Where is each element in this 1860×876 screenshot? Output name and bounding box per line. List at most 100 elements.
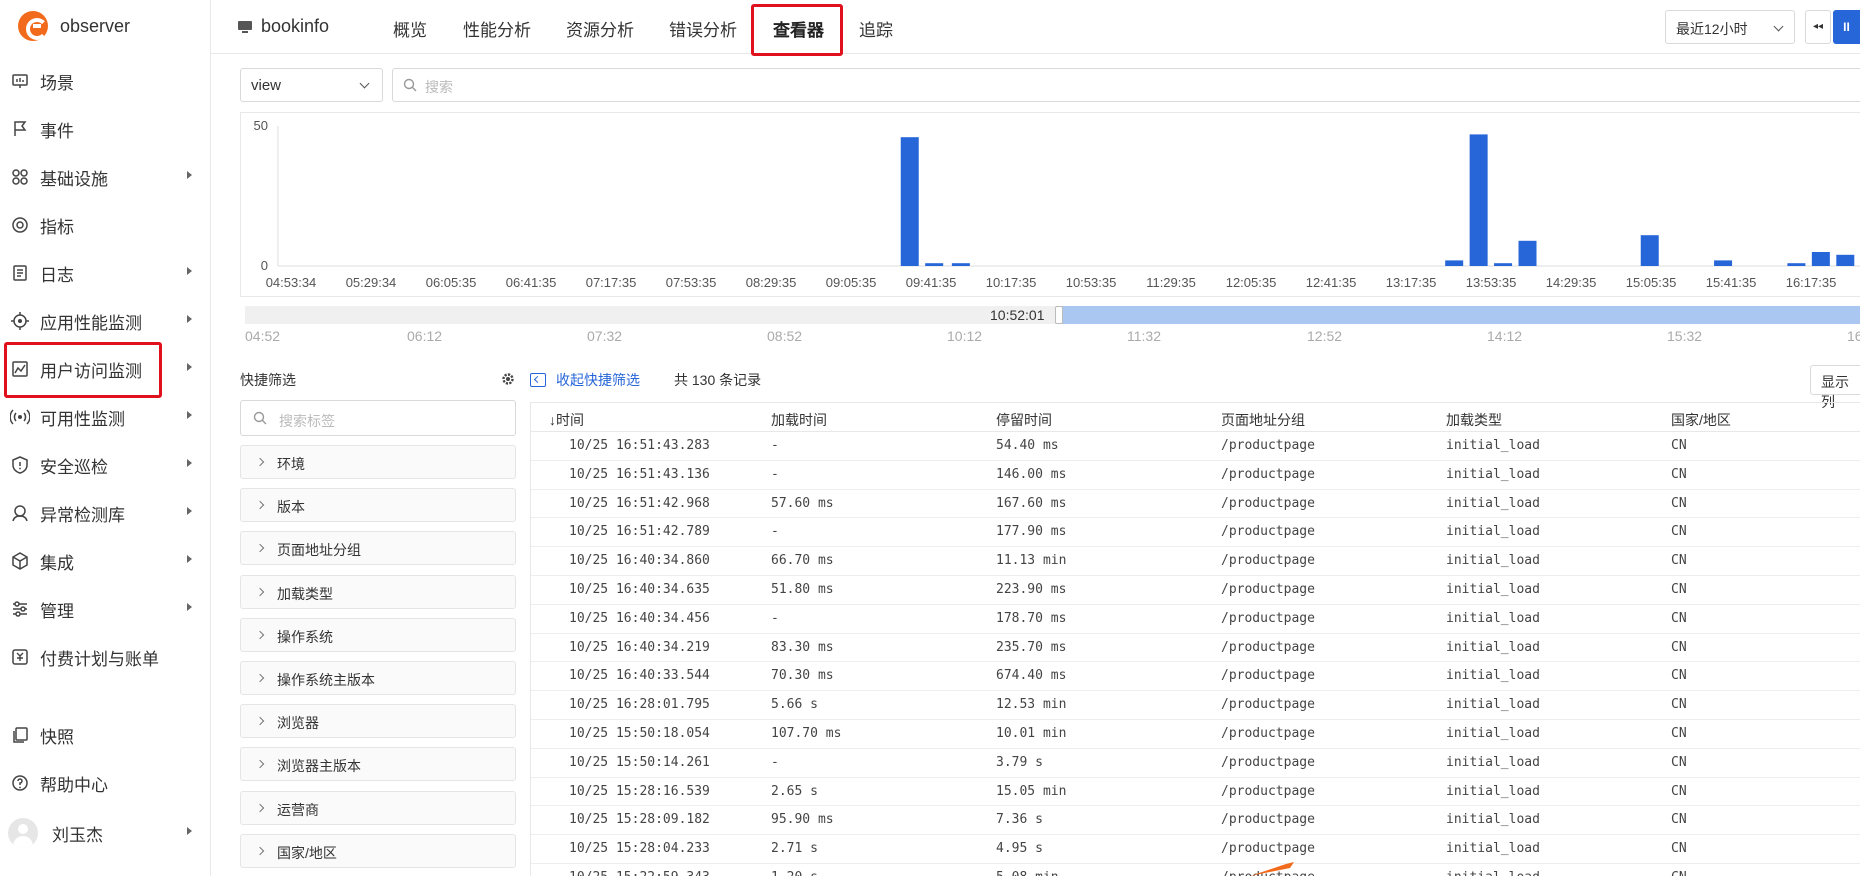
cell-load-type: initial_load	[1446, 495, 1540, 511]
table-row[interactable]: 10/25 15:28:04.233 2.71 s 4.95 s/productpa…	[531, 835, 1860, 864]
column-header-country[interactable]: 国家/地区	[1671, 410, 1731, 430]
timeline-tick-label: 15:32	[1667, 328, 1703, 344]
histogram-bar	[1445, 260, 1464, 266]
tab-errors[interactable]: 错误分析	[669, 16, 737, 41]
apm-icon	[10, 311, 30, 331]
sidebar-item-settings[interactable]: 管理	[0, 588, 210, 630]
sidebar-item-integration[interactable]: 集成	[0, 540, 210, 582]
source-select[interactable]: view	[240, 68, 383, 102]
x-tick-label: 09:05:35	[826, 275, 877, 290]
x-tick-label: 07:53:35	[666, 275, 717, 290]
facet-item[interactable]: 加载类型	[240, 574, 516, 609]
sidebar-item-billing[interactable]: 付费计划与账单	[0, 636, 210, 678]
tag-search-input[interactable]: 搜索标签	[240, 400, 516, 436]
facet-item[interactable]: 浏览器	[240, 704, 516, 739]
sidebar-item-apm[interactable]: 应用性能监测	[0, 300, 210, 342]
facet-item[interactable]: 操作系统主版本	[240, 661, 516, 695]
timeline-selection[interactable]	[1058, 306, 1860, 324]
table-row[interactable]: 10/25 15:50:18.054 107.70 ms 10.01 min/pro…	[531, 720, 1860, 749]
time-range-select[interactable]: 最近12小时	[1665, 10, 1795, 44]
cell-time: 10/25 15:50:18.054	[569, 725, 710, 741]
gear-icon[interactable]	[501, 372, 515, 386]
table-row[interactable]: 10/25 15:28:16.539 2.65 s 15.05 min/produc…	[531, 778, 1860, 807]
observer-logo-icon	[18, 11, 48, 41]
user-menu[interactable]: 刘玉杰	[0, 812, 210, 854]
facet-item[interactable]: 版本	[240, 488, 516, 523]
pause-button[interactable]: II	[1833, 10, 1860, 44]
column-header-time[interactable]: ↓时间	[549, 410, 584, 430]
column-header-url-group[interactable]: 页面地址分组	[1221, 410, 1305, 430]
facet-item[interactable]: 环境	[240, 445, 516, 479]
table-row[interactable]: 10/25 16:40:34.219 83.30 ms 235.70 ms/prod…	[531, 634, 1860, 663]
collapse-quick-filter-link[interactable]: 收起快捷筛选	[530, 370, 640, 390]
timeline-tick-label: 06:12	[407, 328, 443, 344]
sidebar-item-label: 管理	[40, 601, 74, 621]
table-row[interactable]: 10/25 16:40:34.860 66.70 ms 11.13 min/prod…	[531, 547, 1860, 576]
cell-stay-time: 7.36 s	[996, 812, 1043, 828]
facet-item[interactable]: 运营商	[240, 790, 516, 825]
table-row[interactable]: 10/25 16:40:34.456 - 178.70 ms/productpage…	[531, 605, 1860, 634]
table-row[interactable]: 10/25 16:51:42.968 57.60 ms 167.60 ms/prod…	[531, 490, 1860, 519]
x-tick-label: 04:53:34	[266, 275, 317, 290]
tab-tracing[interactable]: 追踪	[859, 16, 893, 41]
chevron-right-icon	[255, 500, 265, 510]
table-row[interactable]: 10/25 15:22:59.3431.20 s5.08 min/product…	[531, 864, 1860, 876]
sidebar-item-label: 场景	[40, 73, 74, 93]
column-header-stay-time[interactable]: 停留时间	[996, 410, 1052, 430]
sidebar-item-anomaly[interactable]: 异常检测库	[0, 492, 210, 534]
table-row[interactable]: 10/25 16:40:33.544 70.30 ms 674.40 ms/prod…	[531, 662, 1860, 692]
cell-stay-time: 3.79 s	[996, 754, 1043, 770]
table-row[interactable]: 10/25 16:51:43.136 - 146.00 ms/productpage…	[531, 461, 1860, 490]
sidebar-item-metrics[interactable]: 指标	[0, 204, 210, 246]
cell-country: CN	[1671, 668, 1687, 684]
chevron-right-icon	[187, 315, 192, 323]
cell-load-type: initial_load	[1446, 581, 1540, 597]
table-row[interactable]: 10/25 16:40:34.635 51.80 ms 223.90 ms/prod…	[531, 576, 1860, 605]
brand[interactable]: observer	[18, 10, 130, 42]
column-header-load-type[interactable]: 加载类型	[1446, 410, 1502, 430]
facet-label: 操作系统	[277, 628, 333, 645]
sidebar-item-security[interactable]: 安全巡检	[0, 444, 210, 486]
tab-resources[interactable]: 资源分析	[566, 16, 634, 41]
search-placeholder: 搜索	[425, 79, 453, 95]
help-icon	[10, 773, 30, 793]
sidebar-item-infrastructure[interactable]: 基础设施	[0, 156, 210, 198]
table-row[interactable]: 10/25 15:28:09.182 95.90 ms 7.36 s/product…	[531, 806, 1860, 836]
app-selector[interactable]: bookinfo	[237, 16, 329, 37]
sidebar-item-help[interactable]: 帮助中心	[0, 762, 210, 804]
rewind-button[interactable]: ◂◂	[1805, 10, 1831, 44]
sidebar-item-flag[interactable]: 事件	[0, 108, 210, 150]
sidebar-item-scene[interactable]: 场景	[0, 60, 210, 102]
cell-load-time: -	[771, 754, 779, 770]
sidebar-item-label: 可用性监测	[40, 409, 125, 429]
cell-load-type: initial_load	[1446, 754, 1540, 770]
table-row[interactable]: 10/25 16:28:01.795 5.66 s 12.53 min/produc…	[531, 691, 1860, 720]
sidebar-item-log[interactable]: 日志	[0, 252, 210, 294]
search-input[interactable]: 搜索	[392, 68, 1860, 102]
facet-item[interactable]: 操作系统	[240, 617, 516, 652]
x-tick-label: 08:29:35	[746, 275, 797, 290]
cell-time: 10/25 15:28:09.182	[569, 812, 710, 828]
facet-item[interactable]: 浏览器主版本	[240, 747, 516, 782]
security-icon	[10, 455, 30, 475]
sidebar-item-snapshot[interactable]: 快照	[0, 714, 210, 756]
facet-item[interactable]: 页面地址分组	[240, 531, 516, 566]
sidebar-item-label: 异常检测库	[40, 505, 125, 525]
timeline-tick-label: 04:52	[245, 328, 281, 344]
sidebar-item-availability[interactable]: 可用性监测	[0, 396, 210, 438]
facet-item[interactable]: 国家/地区	[240, 833, 516, 868]
brand-name: observer	[60, 15, 131, 36]
timeline-slider[interactable]: 10:52:01	[245, 306, 1860, 324]
cell-stay-time: 15.05 min	[996, 783, 1067, 799]
tab-performance[interactable]: 性能分析	[463, 16, 531, 41]
tab-overview[interactable]: 概览	[393, 16, 427, 41]
timeline-handle[interactable]	[1055, 306, 1063, 324]
display-columns-button[interactable]: 显示列	[1810, 365, 1860, 410]
table-row[interactable]: 10/25 15:50:14.261 - 3.79 s/productpage ini…	[531, 749, 1860, 778]
column-header-load-time[interactable]: 加载时间	[771, 410, 827, 430]
user-name: 刘玉杰	[52, 825, 103, 845]
cell-country: CN	[1671, 754, 1687, 770]
cell-time: 10/25 16:51:42.968	[569, 495, 710, 511]
table-row[interactable]: 10/25 16:51:43.283 - 54.40 ms/productpage i…	[531, 432, 1860, 461]
table-row[interactable]: 10/25 16:51:42.789 - 177.90 ms/productpage…	[531, 518, 1860, 548]
